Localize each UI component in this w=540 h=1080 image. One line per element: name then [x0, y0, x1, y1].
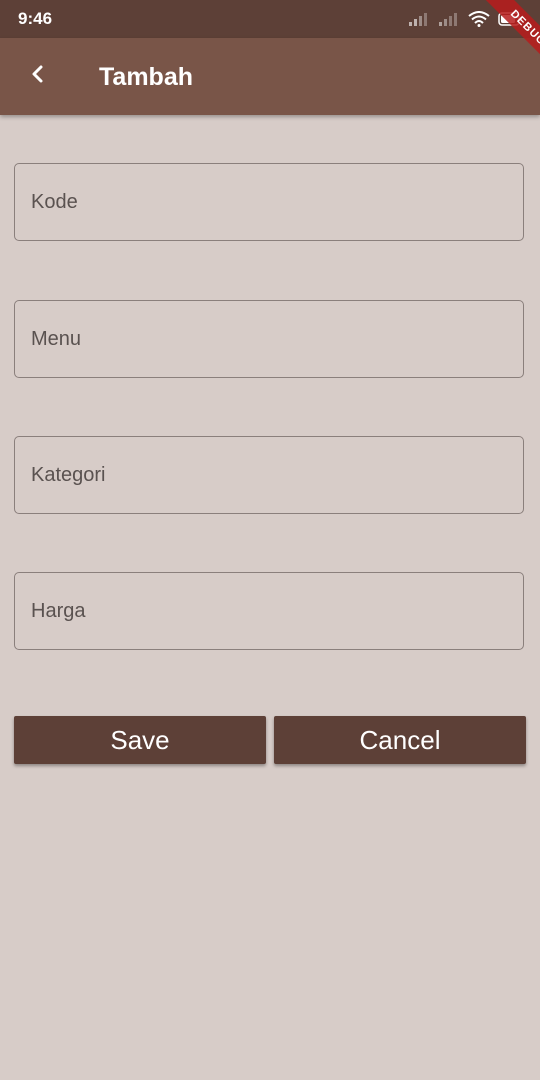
wifi-icon	[468, 11, 490, 27]
kategori-field[interactable]: Kategori	[14, 436, 524, 514]
page-title: Tambah	[99, 63, 193, 91]
harga-field[interactable]: Harga	[14, 572, 524, 650]
app-bar: Tambah	[0, 38, 540, 115]
kategori-field-label: Kategori	[31, 464, 106, 486]
cancel-button[interactable]: Cancel	[274, 716, 526, 764]
kode-field-label: Kode	[31, 191, 78, 213]
back-button[interactable]	[14, 52, 62, 100]
save-button[interactable]: Save	[14, 716, 266, 764]
chevron-left-icon	[28, 64, 48, 89]
menu-field[interactable]: Menu	[14, 300, 524, 378]
harga-field-label: Harga	[31, 600, 86, 622]
status-icons	[408, 9, 524, 29]
kode-field[interactable]: Kode	[14, 163, 524, 241]
battery-icon	[498, 11, 524, 27]
signal-icon	[438, 11, 460, 27]
status-time: 9:46	[18, 9, 53, 28]
signal-icon	[408, 11, 430, 27]
menu-field-label: Menu	[31, 328, 82, 350]
status-bar: 9:46	[0, 0, 540, 38]
